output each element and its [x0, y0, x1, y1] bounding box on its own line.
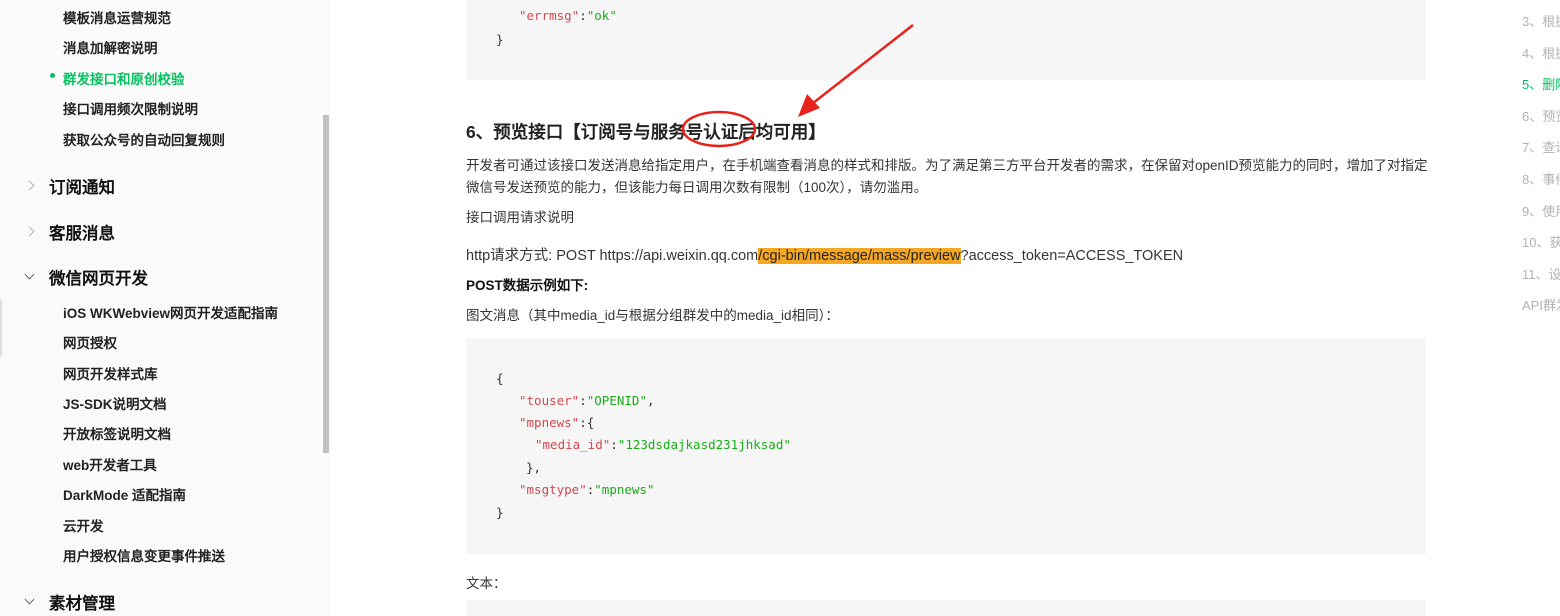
sidebar-item-ios-wkwebview[interactable]: iOS WKWebview网页开发适配指南: [63, 302, 278, 322]
toc-item-api-mass[interactable]: API群发: [1522, 295, 1560, 314]
section-title: 6、预览接口【订阅号与服务号认证后均可用】: [466, 122, 826, 142]
sidebar-group-label: 素材管理: [49, 595, 115, 613]
toc-item-6[interactable]: 6、预览: [1522, 106, 1560, 125]
toc-item-5[interactable]: 5、删除: [1522, 74, 1560, 93]
code-line-close: }: [496, 32, 504, 47]
toc-item-8[interactable]: 8、事件: [1522, 169, 1560, 188]
http-request-line: http请求方式: POST https://api.weixin.qq.com…: [466, 244, 1183, 265]
code-line-touser: "touser":"OPENID",: [519, 393, 655, 408]
sidebar-item-rate-limit[interactable]: 接口调用频次限制说明: [63, 98, 198, 118]
toc-item-10[interactable]: 10、获取: [1522, 232, 1560, 251]
toc-item-3[interactable]: 3、根据: [1522, 11, 1560, 30]
http-path-highlight: /cgi-bin/message/mass/preview: [758, 248, 961, 264]
sidebar-item-web-auth[interactable]: 网页授权: [63, 332, 117, 352]
chevron-right-icon: [22, 178, 38, 194]
code-line-media-id: "media_id":"123dsdajkasd231jhksad": [535, 437, 791, 452]
toc-item-9[interactable]: 9、使用: [1522, 201, 1560, 220]
sidebar-item-mass-send[interactable]: 群发接口和原创校验: [63, 68, 185, 88]
annotation-arrow-head: [798, 94, 820, 117]
code-line-inner-close: },: [526, 460, 542, 475]
mpnews-note: 图文消息（其中media_id与根据分组群发中的media_id相同）：: [466, 308, 839, 323]
sidebar-group-customer-service[interactable]: 客服消息: [22, 220, 115, 244]
sidebar-nav: 模板消息运营规范 消息加解密说明 群发接口和原创校验 接口调用频次限制说明 获取…: [0, 0, 330, 616]
sidebar-group-label: 微信网页开发: [49, 270, 148, 288]
code-line-errmsg: "errmsg":"ok": [519, 8, 617, 23]
sidebar-item-open-tags[interactable]: 开放标签说明文档: [63, 423, 171, 443]
sidebar-edge-indicator: [0, 300, 2, 356]
section-description: 开发者可通过该接口发送消息给指定用户，在手机端查看消息的样式和排版。为了满足第三…: [466, 158, 1428, 195]
json-key: "touser": [519, 393, 580, 408]
sidebar-item-auth-change-event[interactable]: 用户授权信息变更事件推送: [63, 545, 225, 565]
http-prefix: http请求方式: POST https://api.weixin.qq.com: [466, 248, 759, 264]
toc-item-7[interactable]: 7、查询: [1522, 137, 1560, 156]
json-value: "OPENID": [586, 393, 647, 408]
code-line-close: }: [496, 505, 504, 520]
sidebar-item-template-msg-rules[interactable]: 模板消息运营规范: [63, 7, 171, 27]
json-key: "errmsg": [519, 8, 580, 23]
json-value: "mpnews": [594, 482, 655, 497]
sidebar-item-msg-encryption[interactable]: 消息加解密说明: [63, 37, 158, 57]
json-value: "ok": [586, 8, 617, 23]
chevron-right-icon: [22, 224, 38, 240]
http-suffix: ?access_token=ACCESS_TOKEN: [960, 248, 1184, 264]
sidebar-scrollbar-thumb[interactable]: [323, 115, 329, 453]
code-block-prev: "errmsg":"ok" }: [466, 0, 1426, 80]
code-line-open: {: [496, 371, 504, 386]
code-block-text-example: [466, 600, 1426, 616]
sidebar-item-auto-reply[interactable]: 获取公众号的自动回复规则: [63, 129, 225, 149]
toc-panel: 3、根据 4、根据 5、删除 6、预览 7、查询 8、事件 9、使用 10、获取…: [1500, 0, 1560, 616]
request-heading: 接口调用请求说明: [466, 210, 574, 225]
sidebar-group-label: 客服消息: [49, 225, 115, 243]
chevron-down-icon: [22, 594, 38, 610]
text-msg-label: 文本：: [466, 576, 507, 591]
sidebar-item-js-sdk[interactable]: JS-SDK说明文档: [63, 393, 167, 413]
toc-item-4[interactable]: 4、根据: [1522, 43, 1560, 62]
toc-item-11[interactable]: 11、设置: [1522, 264, 1560, 283]
sidebar-group-web-dev[interactable]: 微信网页开发: [22, 265, 148, 289]
sidebar-group-subscribe-notify[interactable]: 订阅通知: [22, 174, 115, 198]
sidebar-item-style-lib[interactable]: 网页开发样式库: [63, 363, 158, 383]
json-key: "media_id": [535, 437, 611, 452]
sidebar-item-web-devtools[interactable]: web开发者工具: [63, 454, 157, 474]
json-key: "msgtype": [519, 482, 587, 497]
active-dot-icon: [50, 73, 55, 78]
code-block-json-example: { "touser":"OPENID", "mpnews":{ "media_i…: [466, 338, 1426, 554]
json-value: "123dsdajkasd231jhksad": [617, 437, 791, 452]
sidebar-item-darkmode[interactable]: DarkMode 适配指南: [63, 484, 186, 504]
sidebar-item-cloud-dev[interactable]: 云开发: [63, 515, 104, 535]
code-line-mpnews: "mpnews":{: [519, 415, 595, 430]
sidebar-group-label: 订阅通知: [49, 179, 115, 197]
chevron-down-icon: [22, 269, 38, 285]
post-data-label: POST数据示例如下:: [466, 278, 589, 293]
sidebar-group-materials[interactable]: 素材管理: [22, 590, 115, 614]
code-line-msgtype: "msgtype":"mpnews": [519, 482, 655, 497]
json-key: "mpnews": [519, 415, 580, 430]
